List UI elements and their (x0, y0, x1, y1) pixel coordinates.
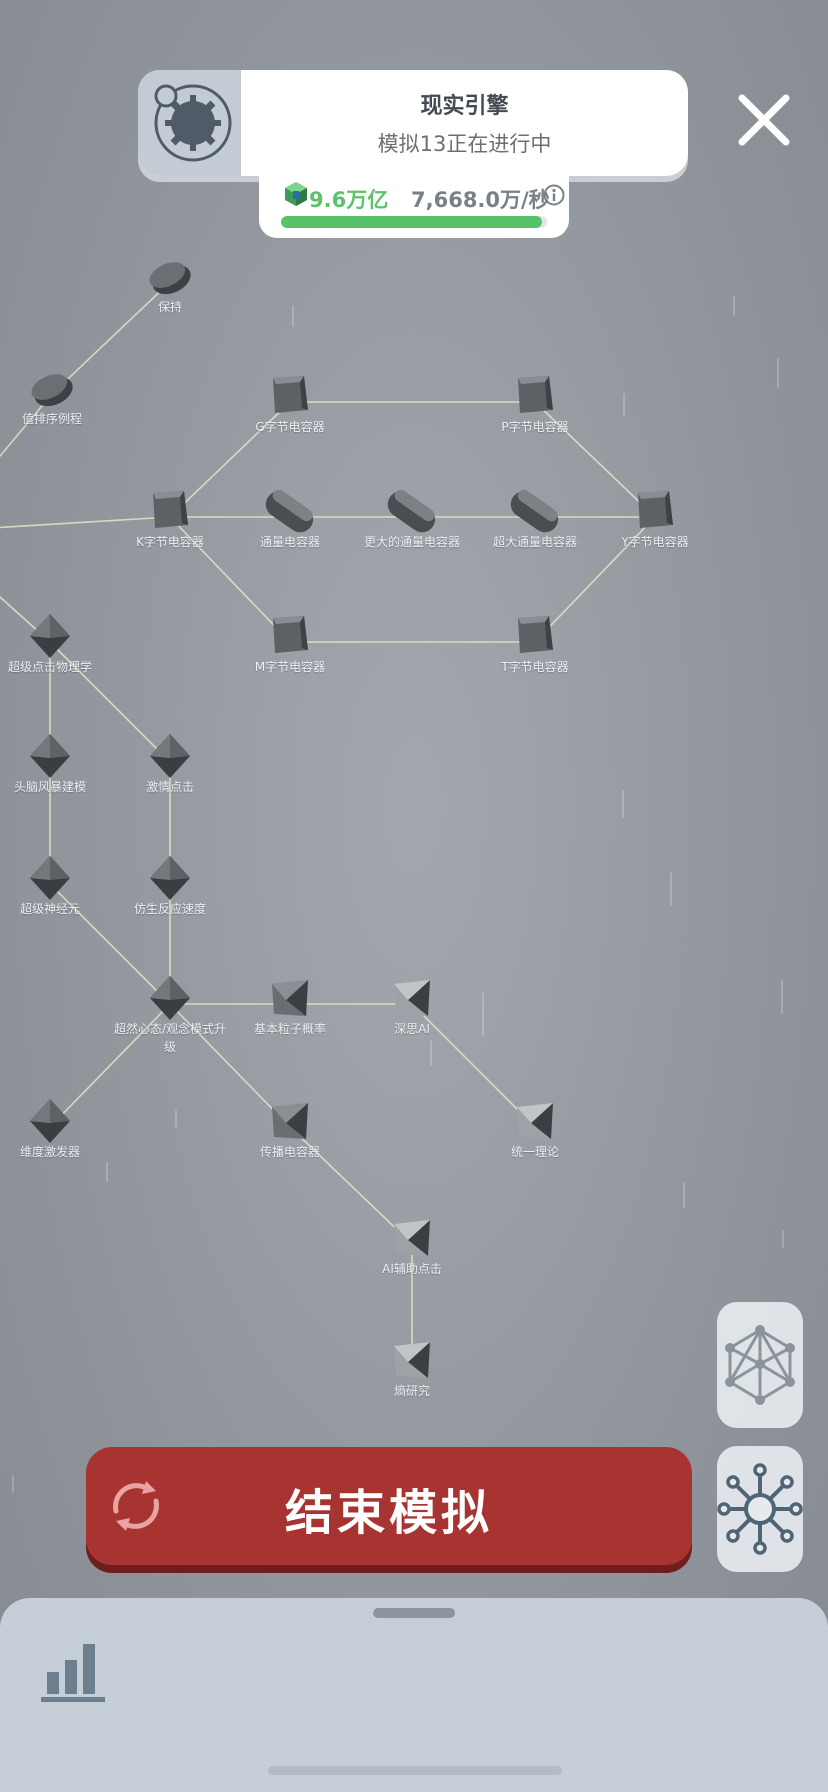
home-indicator (268, 1766, 562, 1775)
upgrade-node-flux3[interactable] (506, 486, 564, 537)
upgrade-label-neuron: 超级神经元 (19, 902, 81, 916)
upgrade-label-y: Y字节电容器 (621, 535, 689, 549)
resource-rate: 7,668.0万/秒 (411, 188, 550, 212)
upgrade-node-neuron[interactable] (30, 856, 70, 900)
green-cube-icon (285, 182, 307, 206)
upgrade-node-deep[interactable] (394, 980, 430, 1016)
upgrade-label-k: K字节电容器 (136, 535, 204, 549)
upgrade-node-bionic[interactable] (150, 856, 190, 900)
upgrade-node-dim[interactable] (30, 1099, 70, 1143)
tree-edge (0, 516, 171, 529)
upgrade-label-ai: AI辅助点击 (382, 1262, 442, 1276)
engine-icon-box (138, 70, 241, 176)
tree-edge (411, 1003, 536, 1128)
upgrade-node-brain[interactable] (30, 734, 70, 778)
upgrade-node-k[interactable] (153, 491, 188, 528)
upgrade-label-passion: 激情点击 (145, 780, 195, 794)
upgrade-label-g: G字节电容器 (255, 420, 325, 434)
upgrade-node-super[interactable] (150, 976, 190, 1020)
upgrade-node-flux2[interactable] (383, 486, 441, 537)
resource-counter: 9.6万亿 7,668.0万/秒 (259, 176, 569, 238)
upgrade-label-bionic: 仿生反应速度 (133, 902, 207, 916)
upgrade-label-dim: 维度激发器 (19, 1145, 81, 1159)
upgrade-node-ai[interactable] (394, 1220, 430, 1256)
end-simulation-label: 结束模拟 (284, 1485, 493, 1541)
upgrade-label-super: 超然心态/观念模式升级 (113, 1022, 227, 1054)
upgrade-label-flux: 通量电容器 (259, 535, 321, 549)
engine-gear-icon (154, 84, 232, 162)
upgrade-node-sort[interactable] (27, 369, 77, 412)
neural-hub-button[interactable] (717, 1446, 803, 1572)
network-view-button[interactable] (717, 1302, 803, 1428)
upgrade-node-y[interactable] (638, 491, 673, 528)
upgrade-node-flux[interactable] (261, 486, 319, 537)
upgrade-node-keep[interactable] (145, 257, 195, 300)
upgrade-node-g[interactable] (273, 376, 308, 413)
simulation-header: 现实引擎 模拟13正在进行中 (138, 70, 688, 176)
close-icon[interactable] (734, 90, 794, 150)
panel-drag-handle[interactable] (373, 1608, 455, 1618)
upgrade-label-t: T字节电容器 (501, 660, 569, 674)
upgrade-label-phys: 超级点击物理学 (7, 660, 93, 674)
resource-progress-fill (281, 216, 542, 228)
upgrade-node-p[interactable] (518, 376, 553, 413)
upgrade-label-sort: 值排序例程 (21, 412, 83, 426)
upgrade-label-unify: 统一理论 (510, 1145, 560, 1159)
bar-chart-icon[interactable] (40, 1638, 106, 1704)
tree-edge (51, 281, 171, 395)
upgrade-label-flux2: 更大的通量电容器 (363, 535, 461, 549)
upgrade-node-prop[interactable] (272, 1103, 308, 1139)
upgrade-node-t[interactable] (518, 616, 553, 653)
end-simulation-button[interactable]: 结束模拟 (86, 1447, 692, 1565)
simulation-title: 现实引擎 (420, 94, 509, 119)
network-mesh-icon (725, 1325, 795, 1405)
upgrade-label-brain: 头脑风暴建模 (13, 780, 87, 794)
resource-amount: 9.6万亿 (309, 188, 389, 212)
resource-progress-bar (281, 216, 547, 228)
upgrade-label-m: M字节电容器 (254, 660, 326, 674)
upgrade-node-m[interactable] (273, 616, 308, 653)
info-icon[interactable] (543, 184, 565, 206)
upgrade-label-deep: 深思AI (394, 1022, 430, 1036)
neural-hub-icon (717, 1463, 803, 1555)
upgrade-label-flux3: 超大通量电容器 (492, 535, 578, 549)
upgrade-node-unify[interactable] (517, 1103, 553, 1139)
upgrade-node-passion[interactable] (150, 734, 190, 778)
upgrade-label-particle: 基本粒子概率 (253, 1022, 327, 1036)
upgrade-label-entropy: 熵研究 (393, 1384, 431, 1398)
upgrade-label-p: P字节电容器 (501, 420, 569, 434)
upgrade-node-entropy[interactable] (394, 1342, 430, 1378)
upgrade-label-prop: 传播电容器 (259, 1145, 321, 1159)
bottom-panel (0, 1598, 828, 1792)
upgrade-node-phys[interactable] (30, 614, 70, 658)
upgrade-label-keep: 保持 (157, 300, 183, 314)
simulation-status: 模拟13正在进行中 (377, 132, 552, 156)
upgrade-node-particle[interactable] (272, 980, 308, 1016)
